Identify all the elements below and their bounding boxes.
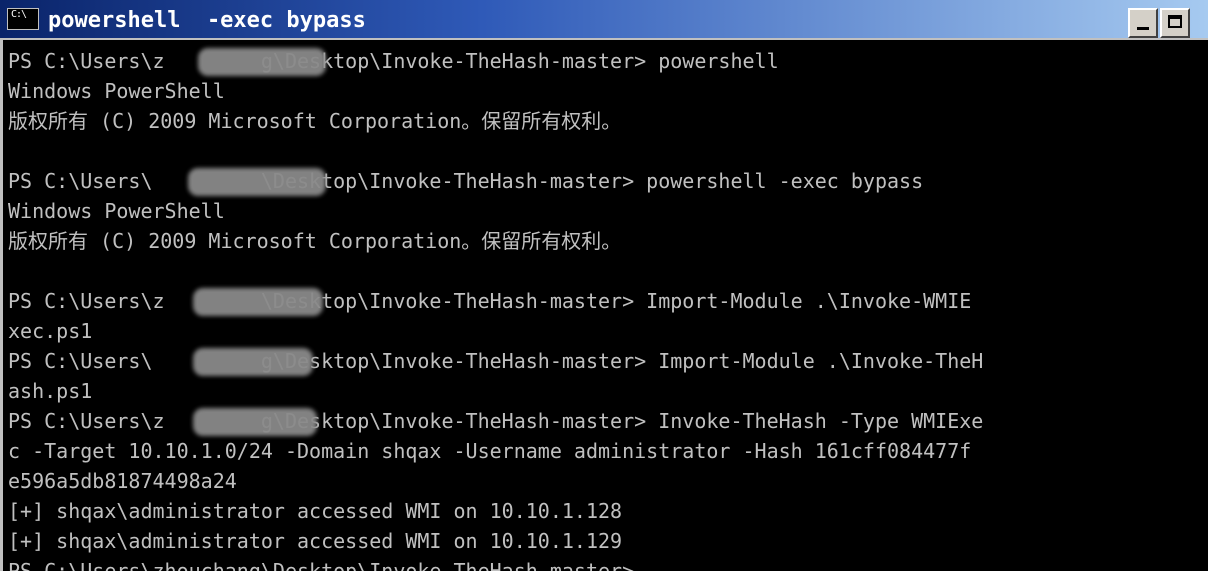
redaction-blur <box>188 168 326 196</box>
console-line: ash.ps1 <box>8 379 93 403</box>
console-line: Windows PowerShell <box>8 199 225 223</box>
maximize-icon <box>1168 15 1182 28</box>
console-output[interactable]: PS C:\Users\z g\Desktop\Invoke-TheHash-m… <box>0 40 1208 571</box>
console-line: e596a5db81874498a24 <box>8 469 237 493</box>
window-title: powershell -exec bypass <box>48 8 366 33</box>
console-line: PS C:\Users\z g\Desktop\Invoke-TheHash-m… <box>8 409 984 433</box>
console-line: PS C:\Users\z \Desktop\Invoke-TheHash-ma… <box>8 289 972 313</box>
console-line: Windows PowerShell <box>8 79 225 103</box>
console-line: c -Target 10.10.1.0/24 -Domain shqax -Us… <box>8 439 972 463</box>
console-icon[interactable]: C:\ <box>7 8 39 30</box>
console-line: xec.ps1 <box>8 319 93 343</box>
redaction-blur <box>193 408 317 436</box>
minimize-button[interactable] <box>1128 8 1158 38</box>
console-line: PS C:\Users\ \Desktop\Invoke-TheHash-mas… <box>8 169 924 193</box>
console-line: PS C:\Users\zhouchang\Desktop\Invoke-The… <box>8 559 635 571</box>
redaction-blur <box>198 48 326 76</box>
console-line: 版权所有 (C) 2009 Microsoft Corporation。保留所有… <box>8 109 622 133</box>
console-line: PS C:\Users\z g\Desktop\Invoke-TheHash-m… <box>8 49 779 73</box>
console-icon-text: C:\ <box>11 9 27 20</box>
redaction-blur <box>193 348 313 376</box>
console-line: [+] shqax\administrator accessed WMI on … <box>8 529 623 553</box>
maximize-button[interactable] <box>1160 8 1190 38</box>
title-bar[interactable]: C:\ powershell -exec bypass <box>0 0 1208 40</box>
redaction-blur <box>193 288 323 316</box>
powershell-window: C:\ powershell -exec bypass PS C:\Users\… <box>0 0 1208 571</box>
console-line: [+] shqax\administrator accessed WMI on … <box>8 499 623 523</box>
minimize-icon <box>1137 27 1149 30</box>
console-line: PS C:\Users\ g\Desktop\Invoke-TheHash-ma… <box>8 349 984 373</box>
console-line: 版权所有 (C) 2009 Microsoft Corporation。保留所有… <box>8 229 622 253</box>
